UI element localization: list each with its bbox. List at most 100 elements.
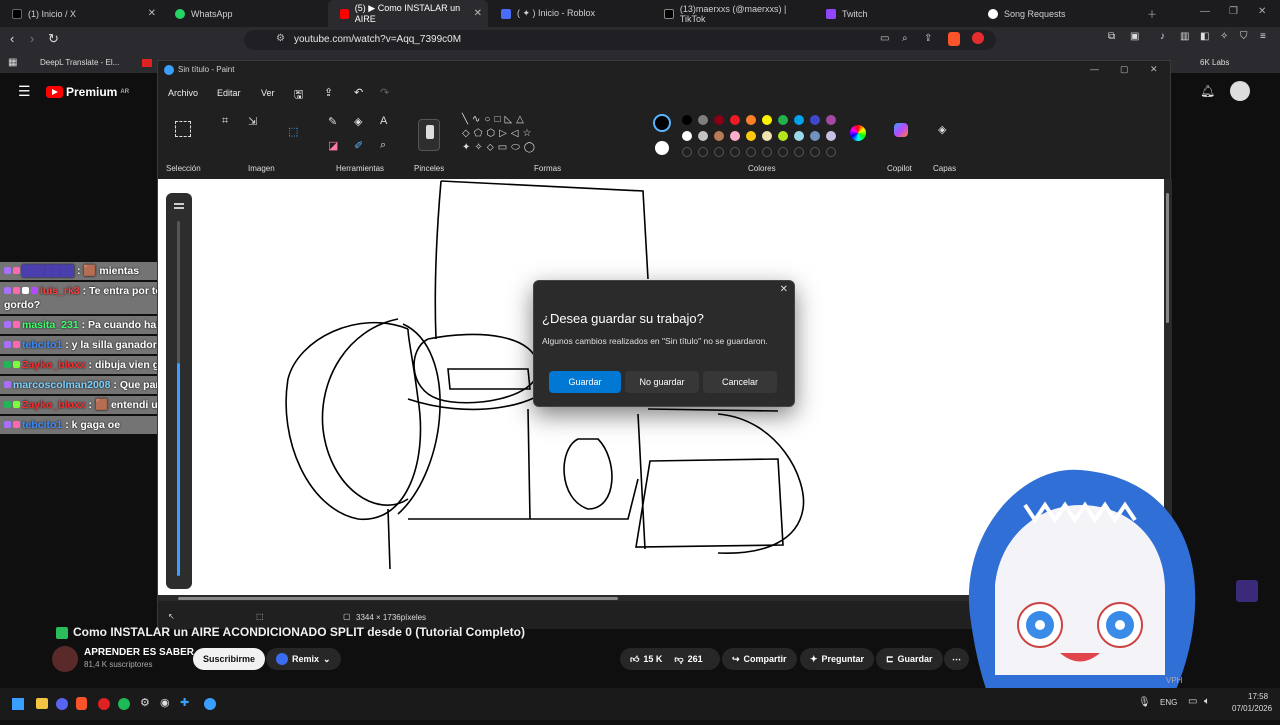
tab-roblox[interactable]: ( ✦ ) Inicio - Roblox [489,0,649,27]
tab-whatsapp[interactable]: WhatsApp [163,0,327,27]
redo-icon[interactable]: ↷ [380,86,389,99]
minimize-icon[interactable]: — [1200,6,1210,17]
apps-grid-icon[interactable]: ▦ [8,57,17,68]
empty-swatch[interactable] [714,147,724,157]
site-info-icon[interactable]: ⚙ [276,33,285,44]
image-select-icon[interactable]: ⬚ [288,125,298,138]
menu-editar[interactable]: Editar [217,88,241,98]
magnifier-icon[interactable]: ⌕ [380,139,386,152]
music-icon[interactable]: ♪ [1160,31,1165,42]
start-icon[interactable] [12,698,24,710]
menu-icon[interactable]: ≡ [1260,31,1266,42]
rewards-icon[interactable] [972,32,984,44]
leo-icon[interactable]: ✧ [1220,31,1228,42]
palette-swatch[interactable] [810,115,820,125]
palette-swatch[interactable] [778,115,788,125]
cast-icon[interactable]: ▭ [880,33,889,44]
close-icon[interactable]: ✕ [474,8,482,19]
bookmark-red-icon[interactable] [142,59,152,67]
address-bar[interactable]: ⚙ youtube.com/watch?v=Aqq_7399c0M ▭ ⌕ ⇪ [244,30,996,50]
palette-swatch[interactable] [778,131,788,141]
sidebar-icon[interactable]: ▥ [1180,31,1189,42]
empty-swatch[interactable] [746,147,756,157]
empty-swatch[interactable] [730,147,740,157]
microphone-icon[interactable]: 🎙︎ [1138,697,1151,708]
brushes-button[interactable] [418,119,440,151]
volume-icon[interactable]: 🔈︎ [1204,696,1210,707]
palette-swatch[interactable] [714,131,724,141]
select-tool[interactable] [175,121,191,137]
eraser-icon[interactable]: ◪ [328,139,338,152]
extensions-icon[interactable]: ⧉ [1108,31,1115,42]
brave-shield-icon[interactable] [948,32,960,46]
text-icon[interactable]: A [380,115,387,127]
like-button[interactable]: 👍︎ 15 K 👎︎ 261 [620,648,720,670]
layers-icon[interactable]: ◈ [938,123,946,136]
brave-icon[interactable] [76,697,87,710]
settings-icon[interactable]: ⚙ [140,696,150,709]
close-window-icon[interactable]: ✕ [1150,64,1158,75]
avatar[interactable] [1230,81,1250,101]
language-indicator[interactable]: ENG [1160,698,1177,707]
palette-swatch[interactable] [714,115,724,125]
back-icon[interactable]: ‹ [10,31,14,46]
channel-avatar[interactable] [52,646,78,672]
crop-icon[interactable]: ⌗ [222,115,228,128]
menu-ver[interactable]: Ver [261,88,275,98]
youtube-premium-logo[interactable]: Premium AR [46,85,129,99]
dont-save-button[interactable]: No guardar [625,371,699,393]
pencil-icon[interactable]: ✎ [328,115,337,128]
palette-swatch[interactable] [682,115,692,125]
share-icon[interactable]: ⇪ [924,33,932,44]
file-explorer-icon[interactable] [36,698,48,709]
palette-swatch[interactable] [826,131,836,141]
paint-taskbar-icon[interactable] [204,698,216,710]
palette-swatch[interactable] [794,131,804,141]
empty-swatch[interactable] [778,147,788,157]
palette-swatch[interactable] [746,115,756,125]
edit-colors-icon[interactable] [850,125,866,141]
empty-swatch[interactable] [698,147,708,157]
reload-icon[interactable]: ↻ [48,31,59,47]
forward-icon[interactable]: › [30,31,34,46]
maximize-icon[interactable]: ❐ [1229,6,1238,17]
empty-swatch[interactable] [826,147,836,157]
network-icon[interactable]: ▭ [1188,696,1197,707]
vpn-icon[interactable]: ⛉ [1240,31,1248,42]
ask-button[interactable]: ✦ Preguntar [800,648,875,670]
subscribe-button[interactable]: Suscribirme [193,648,266,670]
palette-swatch[interactable] [698,115,708,125]
clock-date[interactable]: 07/01/2026 [1232,704,1272,713]
remix-button[interactable]: Remix ⌄ [266,648,341,670]
hamburger-menu-icon[interactable]: ☰ [18,83,31,100]
notifications-icon[interactable]: 🔔︎ [1200,84,1215,98]
fill-icon[interactable]: ◈ [354,115,362,128]
palette-swatch[interactable] [762,131,772,141]
palette-swatch[interactable] [810,131,820,141]
maximize-icon[interactable]: ▢ [1120,64,1129,75]
share-icon[interactable]: ⇪ [324,86,333,99]
share-button[interactable]: ↪ Compartir [722,648,797,670]
close-icon[interactable]: ✕ [148,8,156,19]
tab-twitch[interactable]: Twitch [814,0,974,27]
save-button[interactable]: Guardar [549,371,621,393]
palette-swatch[interactable] [730,115,740,125]
volume-slider[interactable] [166,193,192,589]
tab-youtube[interactable]: (5) ▶ Como INSTALAR un AIRE ✕ [328,0,488,27]
empty-swatch[interactable] [810,147,820,157]
cancel-button[interactable]: Cancelar [703,371,777,393]
clock-time[interactable]: 17:58 [1248,692,1268,701]
tab-x[interactable]: (1) Inicio / X ✕ [0,0,162,27]
copilot-icon[interactable] [894,123,908,137]
color-1-selector[interactable] [653,114,671,132]
close-window-icon[interactable]: ✕ [1258,6,1266,17]
empty-swatch[interactable] [794,147,804,157]
tab-song-requests[interactable]: Song Requests [976,0,1136,27]
minimize-icon[interactable]: — [1090,64,1099,74]
obs-icon[interactable]: ◉ [160,696,170,709]
empty-swatch[interactable] [682,147,692,157]
close-icon[interactable]: ✕ [780,284,788,295]
resize-icon[interactable]: ⇲ [248,115,257,128]
palette-swatch[interactable] [698,131,708,141]
palette-swatch[interactable] [682,131,692,141]
